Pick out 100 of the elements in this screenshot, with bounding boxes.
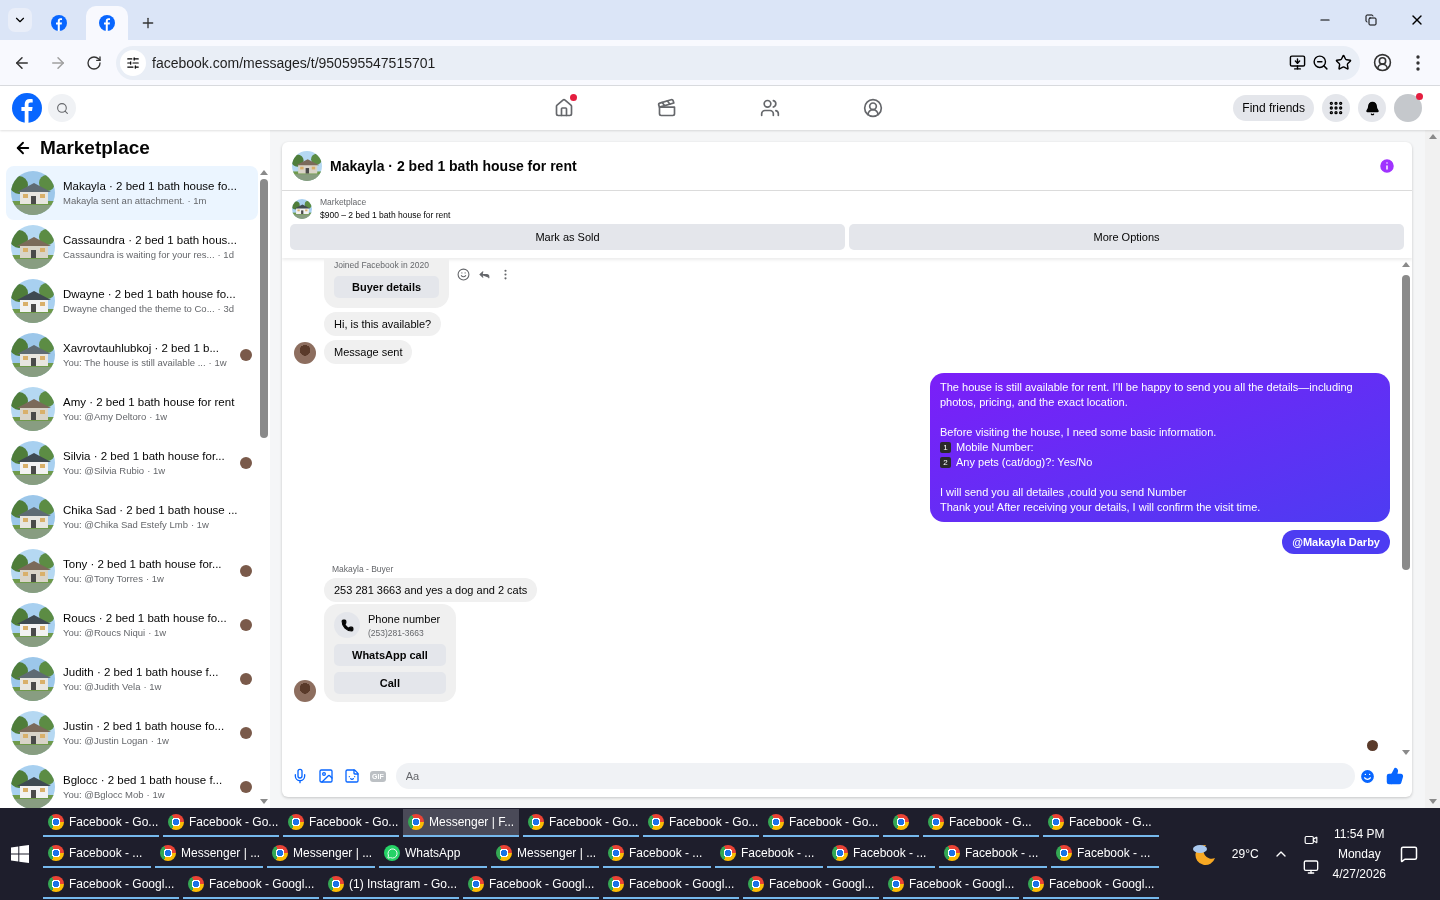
taskbar-app[interactable]: Facebook - Go... [763,809,879,837]
conversation-item[interactable]: Makayla · 2 bed 1 bath house fo... Makayla sent an attachment. · 1m [6,166,258,220]
conversation-item[interactable]: Cassaundra · 2 bed 1 bath hous... Cassaundra is waiting for your res... · 1d [6,220,258,274]
notifications-button[interactable] [1358,94,1386,122]
message-line: Before visiting the house, I need some basic information. [940,425,1218,440]
taskbar-app[interactable]: Facebook - ... [1051,840,1159,868]
conversation-item[interactable]: Xavrovtauhlubkoj · 2 bed 1 b... You: The house is still available ... · 1w [6,328,258,382]
chrome-icon [1028,876,1044,892]
facebook-logo[interactable] [99,15,115,31]
conversation-preview: You: @Chika Sad Estefy Lmb [63,519,188,530]
conversation-time: · 1w [190,519,209,530]
conversation-preview: You: @Silvia Rubio [63,465,145,476]
install-icon[interactable] [1289,54,1306,71]
buyer-details-button[interactable]: Buyer details [334,276,440,298]
conversation-title: Justin · 2 bed 1 bath house fo... [63,720,226,732]
chrome-icon [720,845,736,861]
taskbar-app[interactable]: Facebook - Googl... [603,871,739,899]
weather-moon-icon[interactable] [1191,842,1218,866]
taskbar-app[interactable]: Facebook - ... [43,840,151,868]
profile-avatar[interactable] [1394,93,1424,123]
call-button[interactable]: WhatsApp call [334,644,446,666]
video-icon [656,98,677,118]
conversation-title: Xavrovtauhlubkoj · 2 bed 1 b... [63,342,220,354]
conversation-item[interactable]: Roucs · 2 bed 1 bath house fo... You: @Roucs Niqui · 1w [6,598,258,652]
zoom-icon[interactable] [1312,54,1329,71]
page-scrollbar[interactable] [1425,130,1440,808]
photo-icon[interactable] [318,768,334,784]
conversation-item[interactable]: Judith · 2 bed 1 bath house f... You: @Judith Vela · 1w [6,652,258,706]
conversation-item[interactable]: Justin · 2 bed 1 bath house fo... You: @Justin Logan · 1w [6,706,258,760]
info-button[interactable] [1378,157,1396,175]
taskbar-app[interactable]: Facebook - Googl... [43,871,179,899]
chrome-icon [48,876,64,892]
taskbar-app[interactable]: Facebook - Googl... [743,871,879,899]
taskbar-app[interactable]: Facebook - ... [603,840,711,868]
site-settings-button[interactable] [120,49,146,76]
taskbar-app[interactable]: Messenger | F... [403,809,519,837]
browser-tab[interactable] [86,6,128,40]
taskbar-app[interactable]: Facebook - Googl... [183,871,319,899]
message-input[interactable]: Aa [395,763,1355,789]
search-button[interactable] [48,94,76,122]
taskbar-app[interactable]: Messenger | ... [267,840,375,868]
taskbar-app[interactable]: Facebook - Go... [283,809,399,837]
taskbar-app[interactable]: Facebook - ... [827,840,935,868]
microphone-icon[interactable] [292,768,308,784]
notification-icon[interactable] [1400,845,1418,863]
emoji-icon[interactable] [457,268,471,281]
call-button[interactable]: Call [334,672,446,694]
number-badge: 2 [940,457,951,468]
profile-icon [1372,53,1392,72]
conversation-item[interactable]: Tony · 2 bed 1 bath house for... You: @Tony Torres · 1w [6,544,258,598]
facebook-logo[interactable] [51,15,67,31]
chrome-icon [928,814,944,830]
message-line: The house is still available for rent. I’ll be happy to send you all the details—including photos, pricing, and the exact location. [940,380,1354,410]
read-receipt-avatar [240,673,252,685]
facebook-logo[interactable] [12,93,42,123]
grid-icon [1328,100,1344,116]
taskbar-app[interactable]: Facebook - Go... [643,809,759,837]
taskbar-app[interactable]: Messenger | ... [155,840,263,868]
conversation-preview: Makayla sent an attachment. [63,195,185,206]
back-icon[interactable] [14,139,32,157]
tab-search-button[interactable] [8,8,32,32]
menu-icon [1416,54,1420,71]
conversation-item[interactable]: Chika Sad · 2 bed 1 bath house ... You: @Chika Sad Estefy Lmb · 1w [6,490,258,544]
find-friends-button[interactable]: Find friends [1233,95,1314,121]
clock-date: 4/27/2026 [1332,867,1386,881]
taskbar-app[interactable]: Facebook - Googl... [463,871,599,899]
reply-icon[interactable] [478,268,492,281]
taskbar-app[interactable]: Facebook - Go... [163,809,279,837]
listing-action-button[interactable]: More Options [849,224,1404,250]
taskbar-app[interactable]: Facebook - G... [923,809,1039,837]
listing-action-button[interactable]: Mark as Sold [290,224,845,250]
taskbar-app[interactable]: Messenger | ... [491,840,599,868]
conversation-title: Chika Sad · 2 bed 1 bath house ... [63,504,239,516]
taskbar-app[interactable]: Facebook - Go... [523,809,639,837]
taskbar-app[interactable]: Facebook - Googl... [1023,871,1159,899]
listing-title: $900 – 2 bed 1 bath house for rent [320,210,451,220]
taskbar-app[interactable]: Facebook - Go... [43,809,159,837]
conversation-item[interactable]: Silvia · 2 bed 1 bath house for... You: @Silvia Rubio · 1w [6,436,258,490]
taskbar-app[interactable]: Facebook - ... [715,840,823,868]
taskbar-app[interactable]: WhatsApp [379,840,487,868]
chrome-icon [48,814,64,830]
taskbar-app[interactable]: Facebook - G... [1043,809,1159,837]
conversation-item[interactable]: Dwayne · 2 bed 1 bath house fo... Dwayne changed the theme to Co... · 3d [6,274,258,328]
like-icon[interactable] [1386,767,1404,785]
clock-time: 11:54 PM [1334,827,1385,841]
network-icon[interactable] [1302,859,1319,875]
taskbar-app[interactable]: Facebook - Googl... [883,871,1019,899]
taskbar-app[interactable]: (1) Instagram - Go... [323,871,459,899]
sidebar-title: Marketplace [40,137,150,159]
address-bar[interactable]: facebook.com/messages/t/950595547515701 [116,45,1360,80]
camera-icon[interactable] [1303,833,1318,847]
menu-grid-button[interactable] [1322,94,1350,122]
sticker-icon[interactable] [344,768,360,784]
plus-icon [140,15,156,31]
conversation-title: Cassaundra · 2 bed 1 bath hous... [63,234,238,246]
taskbar-app[interactable]: Facebook - ... [939,840,1047,868]
conversation-title: Silvia · 2 bed 1 bath house for... [63,450,226,462]
conversation-item[interactable]: Amy · 2 bed 1 bath house for rent You: @Amy Deltoro · 1w [6,382,258,436]
chrome-icon [1056,845,1072,861]
bookmark-icon[interactable] [1335,54,1352,71]
